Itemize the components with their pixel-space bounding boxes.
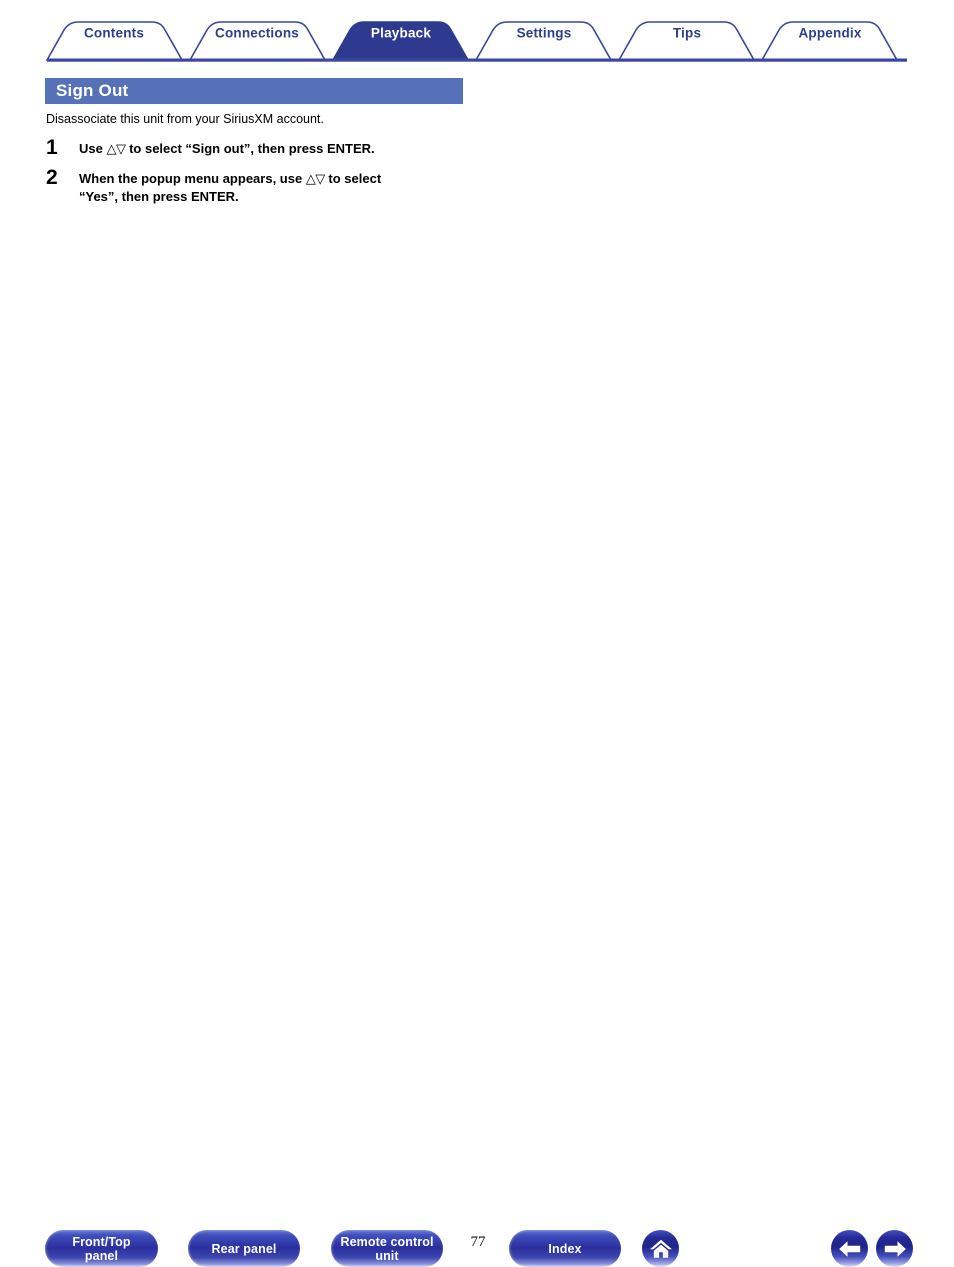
front-top-panel-button[interactable]: Front/Top panel [45, 1230, 158, 1267]
step-number: 1 [46, 136, 58, 159]
section-intro-text: Disassociate this unit from your SiriusX… [46, 112, 324, 126]
tab-label-appendix[interactable]: Appendix [798, 26, 861, 41]
front-top-panel-label-line2: panel [84, 1248, 119, 1263]
step-number: 2 [46, 166, 58, 189]
front-top-panel-label-line1: Front/Top [72, 1234, 131, 1249]
step-text-post: to select “Sign out”, then press ENTER. [125, 141, 375, 156]
tab-bar: Contents Connections Playback Settings T… [0, 0, 954, 66]
list-item: 1 Use △▽ to select “Sign out”, then pres… [46, 136, 666, 159]
arrow-left-icon [838, 1240, 860, 1257]
tab-label-tips[interactable]: Tips [673, 26, 701, 41]
steps-list: 1 Use △▽ to select “Sign out”, then pres… [46, 136, 666, 215]
page-number: 77 [470, 1234, 486, 1250]
step-text: Use △▽ to select “Sign out”, then press … [79, 138, 375, 158]
index-button[interactable]: Index [509, 1230, 621, 1267]
tab-label-settings[interactable]: Settings [517, 26, 572, 41]
step-text-pre: Use [79, 141, 107, 156]
tab-bar-baseline [47, 58, 907, 62]
previous-page-button[interactable] [831, 1230, 868, 1267]
tab-label-playback[interactable]: Playback [371, 26, 431, 41]
up-down-arrows-icon: △▽ [106, 141, 126, 156]
remote-control-label-line1: Remote control [340, 1234, 434, 1249]
home-button[interactable] [642, 1230, 679, 1267]
page-title: Sign Out [56, 81, 129, 100]
tab-label-connections[interactable]: Connections [215, 26, 299, 41]
step-text: When the popup menu appears, use △▽ to s… [79, 168, 381, 205]
footer-bar: Front/Top panel Rear panel Remote contro… [0, 612, 954, 1267]
remote-control-label-line2: unit [375, 1248, 399, 1263]
index-label: Index [548, 1241, 582, 1256]
remote-control-unit-button[interactable]: Remote control unit [331, 1230, 443, 1267]
list-item: 2 When the popup menu appears, use △▽ to… [46, 166, 666, 205]
home-icon [649, 1239, 672, 1258]
step-text-line2: “Yes”, then press ENTER. [79, 188, 239, 204]
step-text-pre: When the popup menu appears, use [79, 171, 306, 186]
tab-label-contents[interactable]: Contents [84, 26, 144, 41]
rear-panel-label: Rear panel [211, 1241, 277, 1256]
step-text-post: to select [324, 171, 382, 186]
up-down-arrows-icon: △▽ [305, 171, 326, 186]
arrow-right-icon [884, 1240, 906, 1257]
rear-panel-button[interactable]: Rear panel [188, 1230, 300, 1267]
section-title-bar: Sign Out [45, 78, 463, 104]
next-page-button[interactable] [876, 1230, 913, 1267]
